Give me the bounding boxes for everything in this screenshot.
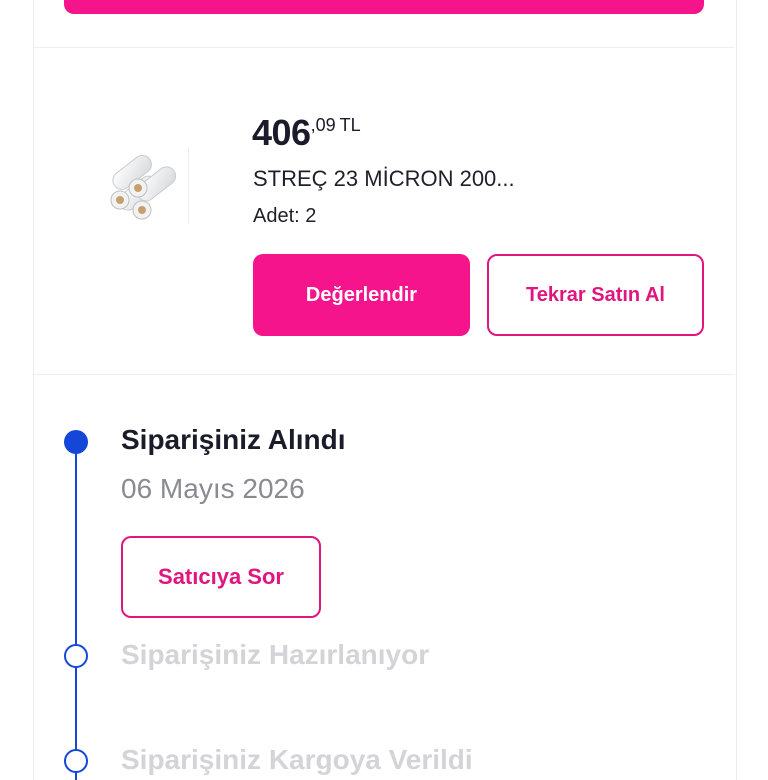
step-title-shipped: Siparişiniz Kargoya Verildi	[121, 744, 473, 775]
timeline-dot-preparing	[64, 644, 88, 668]
product-quantity: Adet: 2	[253, 205, 317, 227]
price-decimal: ,09	[310, 115, 336, 135]
price-currency: TL	[339, 115, 361, 135]
product-name[interactable]: STREÇ 23 MİCRON 200...	[253, 166, 515, 192]
step-title-received: Siparişiniz Alındı	[121, 424, 346, 455]
timeline-dot-active	[64, 430, 88, 454]
rebuy-button[interactable]: Tekrar Satın Al	[487, 254, 704, 336]
divider	[34, 374, 734, 375]
rate-button[interactable]: Değerlendir	[253, 254, 470, 336]
product-image[interactable]	[96, 140, 196, 230]
price-integer: 406	[252, 112, 311, 153]
step-title-preparing: Siparişiniz Hazırlanıyor	[121, 639, 430, 670]
ask-seller-button[interactable]: Satıcıya Sor	[121, 536, 321, 618]
stretch-film-rolls-icon	[110, 154, 177, 220]
image-divider	[188, 148, 189, 224]
timeline-dot-shipped	[64, 749, 88, 773]
step-date-received: 06 Mayıs 2026	[121, 473, 305, 504]
divider	[34, 47, 734, 48]
top-action-button[interactable]	[64, 0, 704, 14]
product-price: 406,09 TL	[252, 112, 361, 154]
timeline-line	[75, 440, 77, 780]
